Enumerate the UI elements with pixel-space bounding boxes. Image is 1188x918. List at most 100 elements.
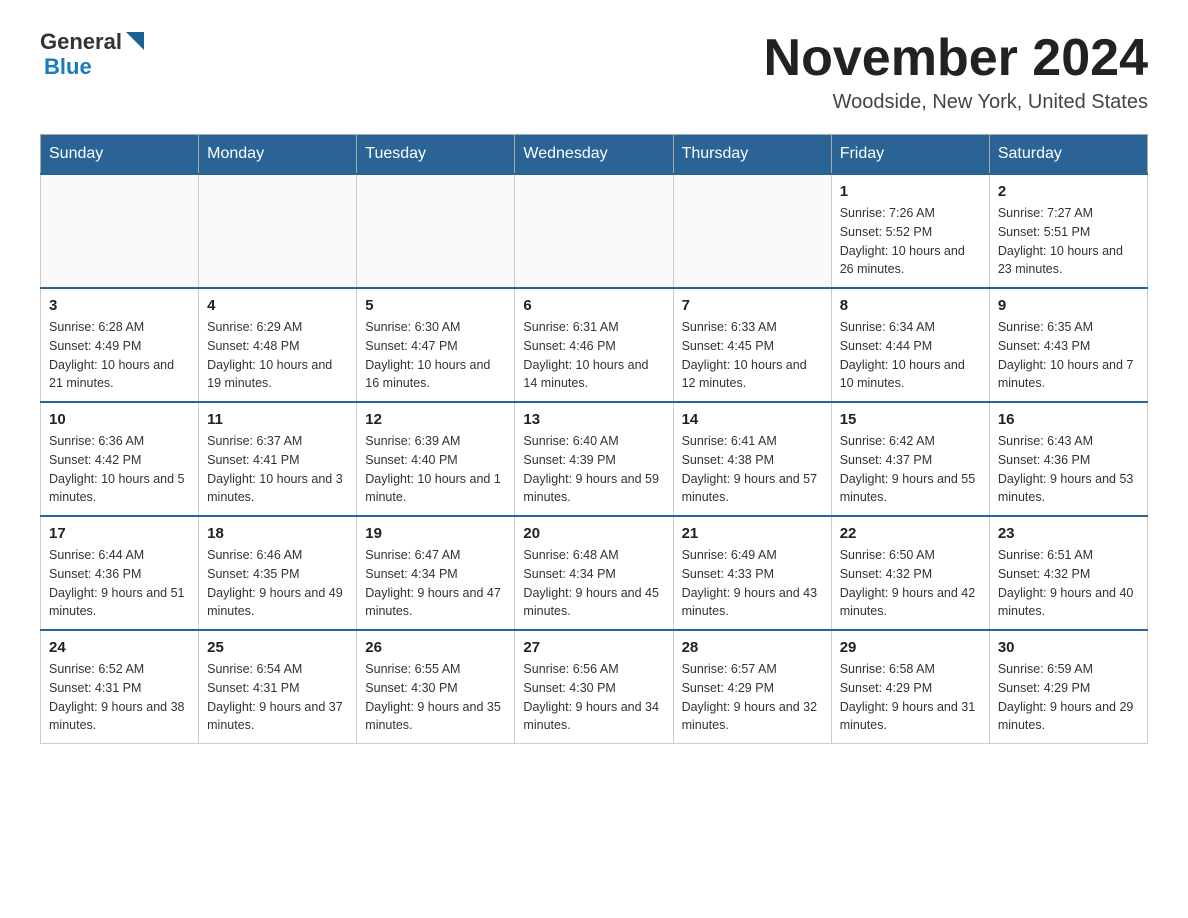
calendar-day: 16 Sunrise: 6:43 AMSunset: 4:36 PMDayligh… — [989, 402, 1147, 516]
calendar-day: 1Sunrise: 7:26 AMSunset: 5:52 PMDaylight… — [831, 174, 989, 288]
calendar-day: 24 Sunrise: 6:52 AMSunset: 4:31 PMDayligh… — [41, 630, 199, 744]
day-info: Sunrise: 6:57 AMSunset: 4:29 PMDaylight:… — [682, 660, 823, 735]
day-number: 9 — [998, 297, 1139, 314]
calendar-day — [199, 174, 357, 288]
day-number: 3 — [49, 297, 190, 314]
day-number: 2 — [998, 183, 1139, 200]
day-number: 6 — [523, 297, 664, 314]
calendar-header-monday: Monday — [199, 135, 357, 175]
day-number: 18 — [207, 525, 348, 542]
day-info: Sunrise: 6:37 AMSunset: 4:41 PMDaylight:… — [207, 432, 348, 507]
calendar-day — [41, 174, 199, 288]
location: Woodside, New York, United States — [764, 91, 1148, 114]
day-info: Sunrise: 6:44 AMSunset: 4:36 PMDaylight:… — [49, 546, 190, 621]
day-info: Sunrise: 6:47 AMSunset: 4:34 PMDaylight:… — [365, 546, 506, 621]
calendar-day: 7 Sunrise: 6:33 AMSunset: 4:45 PMDaylight… — [673, 288, 831, 402]
day-number: 12 — [365, 411, 506, 428]
calendar-week-4: 17 Sunrise: 6:44 AMSunset: 4:36 PMDayligh… — [41, 516, 1148, 630]
day-number: 22 — [840, 525, 981, 542]
day-info: Sunrise: 7:26 AMSunset: 5:52 PMDaylight:… — [840, 204, 981, 279]
day-number: 20 — [523, 525, 664, 542]
calendar-day: 22 Sunrise: 6:50 AMSunset: 4:32 PMDayligh… — [831, 516, 989, 630]
day-number: 24 — [49, 639, 190, 656]
day-info: Sunrise: 6:41 AMSunset: 4:38 PMDaylight:… — [682, 432, 823, 507]
logo-general: General — [40, 30, 122, 54]
day-info: Sunrise: 6:59 AMSunset: 4:29 PMDaylight:… — [998, 660, 1139, 735]
day-info: Sunrise: 6:55 AMSunset: 4:30 PMDaylight:… — [365, 660, 506, 735]
logo-arrow-icon — [126, 32, 144, 50]
day-info: Sunrise: 6:51 AMSunset: 4:32 PMDaylight:… — [998, 546, 1139, 621]
day-number: 27 — [523, 639, 664, 656]
calendar-day: 26 Sunrise: 6:55 AMSunset: 4:30 PMDayligh… — [357, 630, 515, 744]
calendar-day — [515, 174, 673, 288]
day-number: 28 — [682, 639, 823, 656]
day-info: Sunrise: 6:30 AMSunset: 4:47 PMDaylight:… — [365, 318, 506, 393]
page-header: General Blue November 2024 Woodside, New… — [40, 30, 1148, 114]
calendar-day: 17 Sunrise: 6:44 AMSunset: 4:36 PMDayligh… — [41, 516, 199, 630]
day-info: Sunrise: 6:58 AMSunset: 4:29 PMDaylight:… — [840, 660, 981, 735]
day-number: 30 — [998, 639, 1139, 656]
calendar-week-3: 10 Sunrise: 6:36 AMSunset: 4:42 PMDayligh… — [41, 402, 1148, 516]
calendar-day: 2Sunrise: 7:27 AMSunset: 5:51 PMDaylight… — [989, 174, 1147, 288]
calendar-day: 9Sunrise: 6:35 AMSunset: 4:43 PMDaylight… — [989, 288, 1147, 402]
calendar-day: 25 Sunrise: 6:54 AMSunset: 4:31 PMDayligh… — [199, 630, 357, 744]
calendar-day: 30 Sunrise: 6:59 AMSunset: 4:29 PMDayligh… — [989, 630, 1147, 744]
day-info: Sunrise: 6:52 AMSunset: 4:31 PMDaylight:… — [49, 660, 190, 735]
calendar-day: 23 Sunrise: 6:51 AMSunset: 4:32 PMDayligh… — [989, 516, 1147, 630]
calendar-header-row: SundayMondayTuesdayWednesdayThursdayFrid… — [41, 135, 1148, 175]
day-info: Sunrise: 6:49 AMSunset: 4:33 PMDaylight:… — [682, 546, 823, 621]
day-info: Sunrise: 6:28 AMSunset: 4:49 PMDaylight:… — [49, 318, 190, 393]
calendar-header-saturday: Saturday — [989, 135, 1147, 175]
calendar-day: 28 Sunrise: 6:57 AMSunset: 4:29 PMDayligh… — [673, 630, 831, 744]
day-number: 15 — [840, 411, 981, 428]
logo: General Blue — [40, 30, 144, 79]
calendar-day: 8 Sunrise: 6:34 AMSunset: 4:44 PMDaylight… — [831, 288, 989, 402]
calendar-day: 11 Sunrise: 6:37 AMSunset: 4:41 PMDayligh… — [199, 402, 357, 516]
calendar-week-5: 24 Sunrise: 6:52 AMSunset: 4:31 PMDayligh… — [41, 630, 1148, 744]
day-number: 13 — [523, 411, 664, 428]
calendar-day: 3 Sunrise: 6:28 AMSunset: 4:49 PMDaylight… — [41, 288, 199, 402]
day-info: Sunrise: 6:29 AMSunset: 4:48 PMDaylight:… — [207, 318, 348, 393]
calendar-day: 20 Sunrise: 6:48 AMSunset: 4:34 PMDayligh… — [515, 516, 673, 630]
calendar-header-wednesday: Wednesday — [515, 135, 673, 175]
day-info: Sunrise: 6:43 AMSunset: 4:36 PMDaylight:… — [998, 432, 1139, 507]
day-info: Sunrise: 6:54 AMSunset: 4:31 PMDaylight:… — [207, 660, 348, 735]
calendar-day: 5Sunrise: 6:30 AMSunset: 4:47 PMDaylight… — [357, 288, 515, 402]
calendar-header-friday: Friday — [831, 135, 989, 175]
calendar-day: 14 Sunrise: 6:41 AMSunset: 4:38 PMDayligh… — [673, 402, 831, 516]
calendar-day: 13Sunrise: 6:40 AMSunset: 4:39 PMDayligh… — [515, 402, 673, 516]
calendar-table: SundayMondayTuesdayWednesdayThursdayFrid… — [40, 134, 1148, 744]
day-number: 17 — [49, 525, 190, 542]
calendar-day: 27Sunrise: 6:56 AMSunset: 4:30 PMDayligh… — [515, 630, 673, 744]
calendar-header-tuesday: Tuesday — [357, 135, 515, 175]
day-info: Sunrise: 6:31 AMSunset: 4:46 PMDaylight:… — [523, 318, 664, 393]
day-info: Sunrise: 6:48 AMSunset: 4:34 PMDaylight:… — [523, 546, 664, 621]
calendar-week-1: 1Sunrise: 7:26 AMSunset: 5:52 PMDaylight… — [41, 174, 1148, 288]
day-number: 29 — [840, 639, 981, 656]
calendar-day: 12Sunrise: 6:39 AMSunset: 4:40 PMDayligh… — [357, 402, 515, 516]
calendar-day: 19Sunrise: 6:47 AMSunset: 4:34 PMDayligh… — [357, 516, 515, 630]
title-area: November 2024 Woodside, New York, United… — [764, 30, 1148, 114]
day-number: 11 — [207, 411, 348, 428]
calendar-header-thursday: Thursday — [673, 135, 831, 175]
day-info: Sunrise: 6:46 AMSunset: 4:35 PMDaylight:… — [207, 546, 348, 621]
day-number: 4 — [207, 297, 348, 314]
day-number: 7 — [682, 297, 823, 314]
calendar-day — [357, 174, 515, 288]
calendar-day: 10 Sunrise: 6:36 AMSunset: 4:42 PMDayligh… — [41, 402, 199, 516]
day-number: 10 — [49, 411, 190, 428]
calendar-day: 15 Sunrise: 6:42 AMSunset: 4:37 PMDayligh… — [831, 402, 989, 516]
day-number: 23 — [998, 525, 1139, 542]
day-number: 26 — [365, 639, 506, 656]
calendar-day: 18 Sunrise: 6:46 AMSunset: 4:35 PMDayligh… — [199, 516, 357, 630]
day-info: Sunrise: 6:42 AMSunset: 4:37 PMDaylight:… — [840, 432, 981, 507]
day-info: Sunrise: 6:36 AMSunset: 4:42 PMDaylight:… — [49, 432, 190, 507]
day-number: 8 — [840, 297, 981, 314]
day-info: Sunrise: 6:50 AMSunset: 4:32 PMDaylight:… — [840, 546, 981, 621]
day-number: 16 — [998, 411, 1139, 428]
day-number: 25 — [207, 639, 348, 656]
month-title: November 2024 — [764, 30, 1148, 87]
day-number: 14 — [682, 411, 823, 428]
day-info: Sunrise: 6:34 AMSunset: 4:44 PMDaylight:… — [840, 318, 981, 393]
day-info: Sunrise: 6:33 AMSunset: 4:45 PMDaylight:… — [682, 318, 823, 393]
